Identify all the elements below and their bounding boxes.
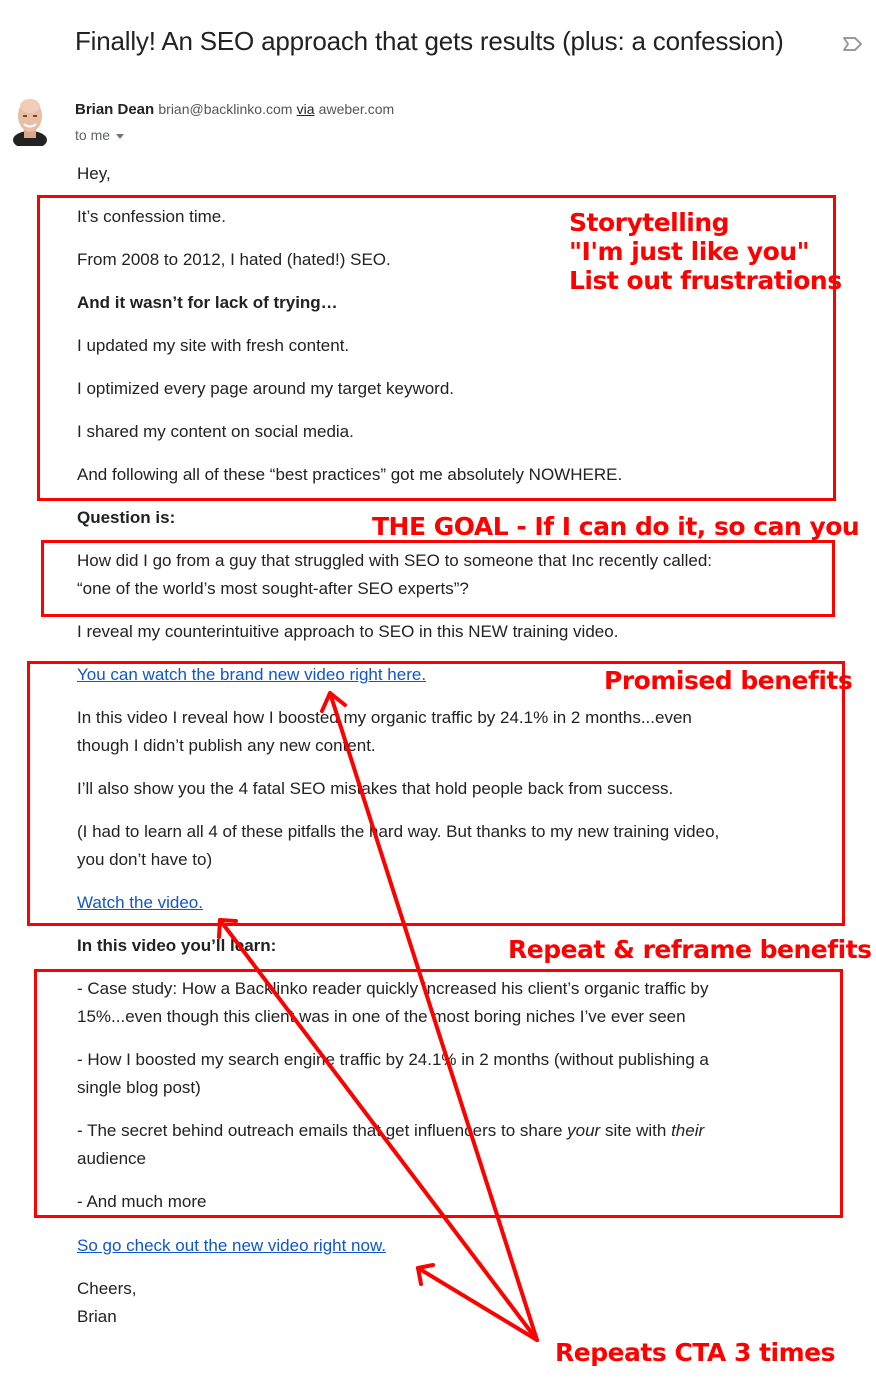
label-tag-icon[interactable] bbox=[842, 36, 864, 52]
signoff: Cheers, bbox=[77, 1279, 137, 1298]
body-paragraph: (I had to learn all 4 of these pitfalls … bbox=[77, 822, 720, 841]
body-paragraph: In this video I reveal how I boosted my … bbox=[77, 708, 692, 727]
bullet-item: - How I boosted my search engine traffic… bbox=[77, 1050, 709, 1069]
cta-link-2[interactable]: Watch the video. bbox=[77, 889, 203, 917]
question-line: How did I go from a guy that struggled w… bbox=[77, 551, 712, 570]
annotation-storytelling: Storytelling "I'm just like you" List ou… bbox=[569, 208, 842, 295]
body-paragraph-bold: And it wasn’t for lack of trying… bbox=[77, 293, 338, 312]
question-line: “one of the world’s most sought-after SE… bbox=[77, 579, 469, 598]
via-domain: aweber.com bbox=[318, 101, 395, 117]
bullet-emphasis: their bbox=[671, 1121, 705, 1140]
bullet-item: 15%...even though this client was in one… bbox=[77, 1007, 686, 1026]
signature: Brian bbox=[77, 1307, 117, 1326]
annotation-line: List out frustrations bbox=[569, 266, 842, 295]
sender-line: Brian Dean brian@backlinko.com via awebe… bbox=[75, 101, 394, 118]
annotation-goal: THE GOAL - If I can do it, so can you bbox=[372, 512, 860, 541]
body-paragraph: I shared my content on social media. bbox=[77, 422, 354, 441]
annotation-promised: Promised benefits bbox=[604, 666, 853, 695]
annotation-line: "I'm just like you" bbox=[569, 237, 810, 266]
sender-email: brian@backlinko.com bbox=[158, 101, 293, 117]
avatar[interactable] bbox=[9, 96, 51, 146]
annotation-line: Storytelling bbox=[569, 208, 730, 237]
body-paragraph: you don’t have to) bbox=[77, 850, 213, 869]
sender-name[interactable]: Brian Dean bbox=[75, 101, 154, 118]
arrowhead-cta-3 bbox=[416, 1263, 435, 1286]
question-heading: Question is: bbox=[77, 508, 176, 527]
learn-heading: In this video you’ll learn: bbox=[77, 936, 277, 955]
body-paragraph: From 2008 to 2012, I hated (hated!) SEO. bbox=[77, 250, 391, 269]
body-paragraph: And following all of these “best practic… bbox=[77, 465, 623, 484]
annotation-repeat: Repeat & reframe benefits bbox=[508, 935, 872, 964]
greeting: Hey, bbox=[77, 164, 111, 183]
email-subject: Finally! An SEO approach that gets resul… bbox=[75, 26, 784, 56]
bullet-text: - The secret behind outreach emails that… bbox=[77, 1121, 568, 1140]
recipient-label: to me bbox=[75, 127, 111, 143]
via-link[interactable]: via bbox=[297, 101, 315, 117]
body-paragraph: though I didn’t publish any new content. bbox=[77, 736, 376, 755]
bullet-item: single blog post) bbox=[77, 1078, 201, 1097]
bullet-item: - Case study: How a Backlinko reader qui… bbox=[77, 979, 709, 998]
annotation-cta: Repeats CTA 3 times bbox=[555, 1338, 835, 1367]
caret-down-icon[interactable] bbox=[116, 133, 125, 139]
body-paragraph: I optimized every page around my target … bbox=[77, 379, 455, 398]
cta-link-1[interactable]: You can watch the brand new video right … bbox=[77, 661, 426, 689]
bullet-text: site with bbox=[600, 1121, 672, 1140]
body-paragraph: I updated my site with fresh content. bbox=[77, 336, 350, 355]
bullet-item: - And much more bbox=[77, 1192, 207, 1211]
body-paragraph: I reveal my counterintuitive approach to… bbox=[77, 622, 619, 641]
body-paragraph: It’s confession time. bbox=[77, 207, 226, 226]
body-paragraph: I’ll also show you the 4 fatal SEO mista… bbox=[77, 779, 674, 798]
bullet-item: audience bbox=[77, 1149, 147, 1168]
bullet-item: - The secret behind outreach emails that… bbox=[77, 1117, 704, 1145]
cta-link-3[interactable]: So go check out the new video right now. bbox=[77, 1232, 386, 1260]
bullet-emphasis: your bbox=[567, 1121, 601, 1140]
recipient-dropdown[interactable]: to me bbox=[75, 127, 125, 143]
arrow-to-cta-3 bbox=[416, 1266, 539, 1342]
